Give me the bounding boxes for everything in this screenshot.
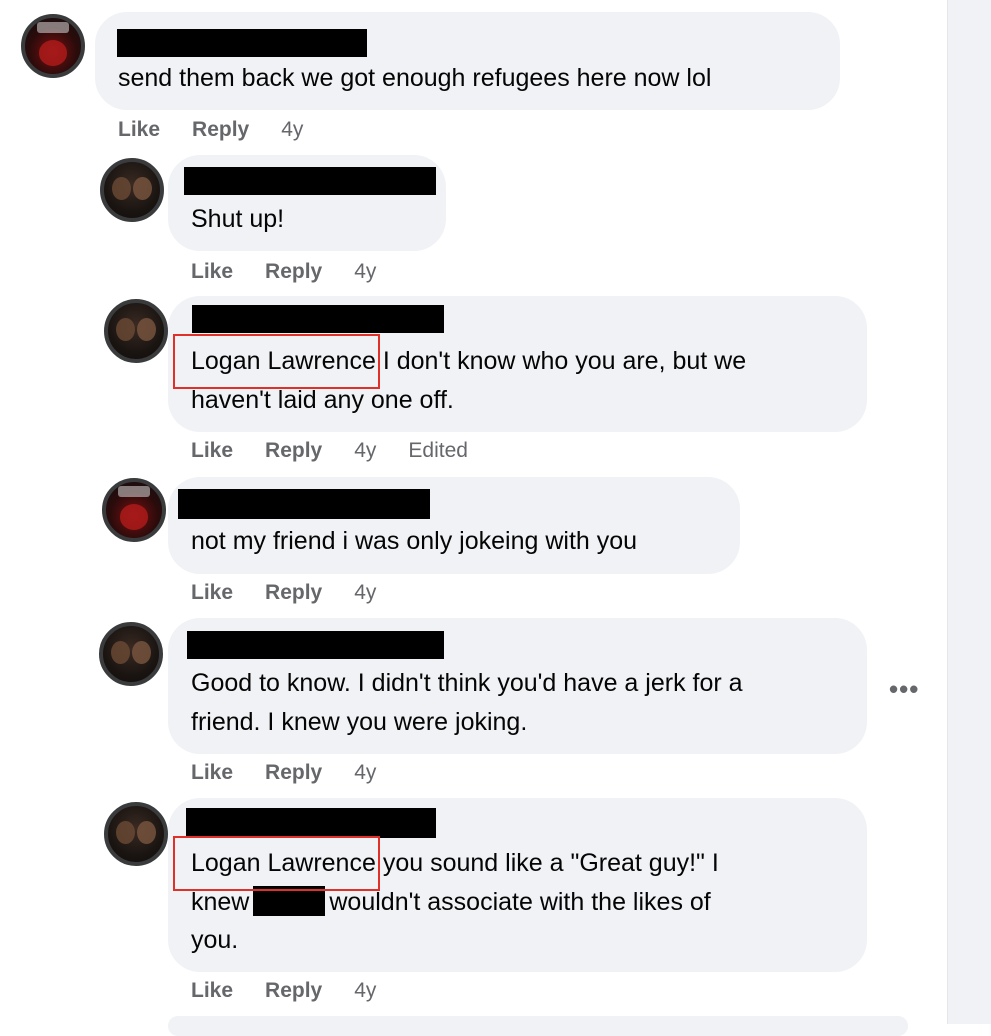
timestamp[interactable]: 4y <box>354 761 376 785</box>
timestamp[interactable]: 4y <box>354 439 376 463</box>
comment-text: Shut up! <box>191 200 284 239</box>
like-button[interactable]: Like <box>191 581 233 605</box>
reply-button[interactable]: Reply <box>265 439 322 463</box>
avatar[interactable] <box>104 802 168 866</box>
comment-text-fragment: knew <box>191 887 250 916</box>
comment-text-line: not my friend i was only jokeing with yo… <box>191 527 638 555</box>
avatar-person-icon <box>137 317 157 342</box>
comment-actions: Like Reply 4y Edited <box>191 439 468 463</box>
comment-text-line: send them back we got enough refugees he… <box>118 64 712 92</box>
comment-actions: Like Reply 4y <box>191 979 376 1003</box>
like-button[interactable]: Like <box>191 260 233 284</box>
reply-button[interactable]: Reply <box>265 761 322 785</box>
mention-link[interactable]: Logan Lawrence <box>173 334 380 388</box>
avatar-person-icon <box>115 820 135 845</box>
comment-text-line: you. <box>191 926 239 954</box>
reply-button[interactable]: Reply <box>192 118 249 142</box>
redacted-author-name <box>186 808 436 838</box>
next-comment-bubble <box>168 1016 908 1036</box>
like-button[interactable]: Like <box>191 439 233 463</box>
avatar-ohio-state-icon <box>118 486 150 497</box>
like-button[interactable]: Like <box>191 761 233 785</box>
timestamp[interactable]: 4y <box>354 581 376 605</box>
redacted-name-inline <box>253 885 326 916</box>
redacted-author-name <box>117 29 367 57</box>
comment-text: Good to know. I didn't think you'd have … <box>191 664 743 741</box>
avatar-ohio-state-icon <box>37 22 69 33</box>
avatar-mascot-icon <box>120 504 148 530</box>
comment-text-fragment: I don't know who you are, but we <box>375 347 747 375</box>
redacted-author-name <box>192 305 444 333</box>
more-options-icon[interactable]: ••• <box>889 674 919 705</box>
comment-text: Logan Lawrence you sound like a "Great g… <box>173 836 719 960</box>
avatar-person-icon <box>111 176 131 201</box>
reply-button[interactable]: Reply <box>265 581 322 605</box>
avatar-person-icon <box>110 640 130 665</box>
comment-actions: Like Reply 4y <box>118 118 303 142</box>
timestamp[interactable]: 4y <box>354 979 376 1003</box>
edited-label[interactable]: Edited <box>408 439 468 463</box>
comment-actions: Like Reply 4y <box>191 260 376 284</box>
comment-text: send them back we got enough refugees he… <box>118 59 711 98</box>
mention-link[interactable]: Logan Lawrence <box>173 836 380 890</box>
redacted-author-name <box>178 489 430 519</box>
avatar[interactable] <box>100 158 164 222</box>
avatar[interactable] <box>102 478 166 542</box>
like-button[interactable]: Like <box>191 979 233 1003</box>
avatar-person-icon <box>137 820 157 845</box>
comment-actions: Like Reply 4y <box>191 581 376 605</box>
reply-button[interactable]: Reply <box>265 979 322 1003</box>
reply-button[interactable]: Reply <box>265 260 322 284</box>
avatar[interactable] <box>99 622 163 686</box>
avatar-person-icon <box>132 640 152 665</box>
comment-text-line: friend. I knew you were joking. <box>191 707 528 736</box>
comment-text-fragment: wouldn't associate with the likes of <box>329 887 711 916</box>
avatar-mascot-icon <box>39 40 67 66</box>
redacted-author-name <box>187 631 444 659</box>
comment-text-line: Shut up! <box>191 205 285 233</box>
timestamp[interactable]: 4y <box>354 260 376 284</box>
comment-text: not my friend i was only jokeing with yo… <box>191 522 637 561</box>
avatar[interactable] <box>104 299 168 363</box>
avatar-person-icon <box>115 317 135 342</box>
comment-text: Logan Lawrence I don't know who you are,… <box>173 334 747 419</box>
comment-text-line: haven't laid any one off. <box>191 385 454 414</box>
redacted-author-name <box>184 167 436 195</box>
avatar[interactable] <box>21 14 85 78</box>
timestamp[interactable]: 4y <box>281 118 303 142</box>
right-scroll-gutter <box>947 0 991 1024</box>
comment-actions: Like Reply 4y <box>191 761 376 785</box>
comment-text-fragment: you sound like a "Great guy!" I <box>375 849 719 877</box>
comment-text-line: Good to know. I didn't think you'd have … <box>191 669 743 697</box>
like-button[interactable]: Like <box>118 118 160 142</box>
avatar-person-icon <box>133 176 153 201</box>
